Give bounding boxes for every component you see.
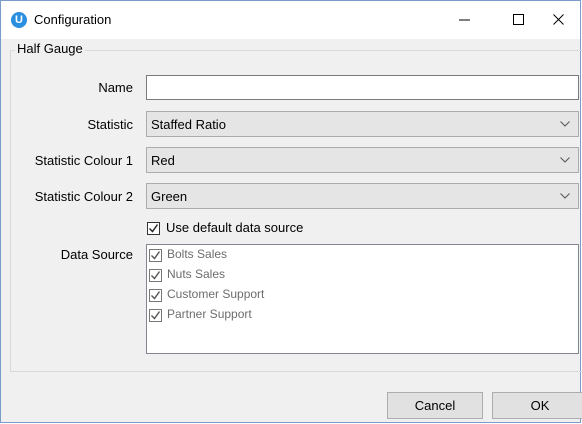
- item-checkbox[interactable]: [149, 269, 162, 282]
- data-source-list[interactable]: Bolts Sales Nuts Sales Customer Support …: [146, 244, 579, 354]
- name-input[interactable]: [146, 75, 579, 100]
- statistic-label: Statistic: [87, 117, 133, 132]
- maximize-icon: [513, 14, 524, 25]
- cancel-button[interactable]: Cancel: [387, 392, 483, 419]
- chevron-down-icon: [560, 121, 570, 127]
- checkmark-icon: [151, 251, 160, 260]
- chevron-down-icon: [560, 193, 570, 199]
- title-bar[interactable]: U Configuration: [1, 1, 580, 39]
- item-checkbox[interactable]: [149, 309, 162, 322]
- checkmark-icon: [149, 224, 158, 233]
- item-checkbox[interactable]: [149, 289, 162, 302]
- maximize-button[interactable]: [497, 1, 541, 39]
- minimize-icon: [459, 19, 470, 21]
- window-title: Configuration: [34, 12, 112, 27]
- item-checkbox[interactable]: [149, 249, 162, 262]
- minimize-button[interactable]: [443, 1, 487, 39]
- name-label: Name: [98, 80, 133, 95]
- configuration-window: U Configuration Half Gauge Name Statisti…: [0, 0, 582, 423]
- chevron-down-icon: [560, 157, 570, 163]
- default-source-label[interactable]: Use default data source: [166, 220, 303, 235]
- list-item-label: Nuts Sales: [167, 267, 226, 281]
- statistic-value: Staffed Ratio: [151, 117, 226, 132]
- colour2-value: Green: [151, 189, 188, 204]
- colour2-label: Statistic Colour 2: [34, 189, 133, 204]
- group-label: Half Gauge: [15, 41, 85, 56]
- colour1-dropdown[interactable]: Red: [146, 147, 579, 173]
- ok-button[interactable]: OK: [492, 392, 582, 419]
- checkmark-icon: [151, 291, 160, 300]
- close-icon: [553, 14, 564, 25]
- statistic-dropdown[interactable]: Staffed Ratio: [146, 111, 579, 137]
- checkmark-icon: [151, 311, 160, 320]
- close-button[interactable]: [537, 1, 581, 39]
- app-icon: U: [11, 12, 27, 28]
- list-item-label: Customer Support: [167, 287, 265, 301]
- list-item-label: Partner Support: [167, 307, 252, 321]
- list-item-label: Bolts Sales: [167, 247, 228, 261]
- colour1-label: Statistic Colour 1: [34, 153, 133, 168]
- colour1-value: Red: [151, 153, 175, 168]
- default-source-checkbox[interactable]: [147, 222, 160, 235]
- colour2-dropdown[interactable]: Green: [146, 183, 579, 209]
- data-source-label: Data Source: [60, 247, 133, 262]
- checkmark-icon: [151, 271, 160, 280]
